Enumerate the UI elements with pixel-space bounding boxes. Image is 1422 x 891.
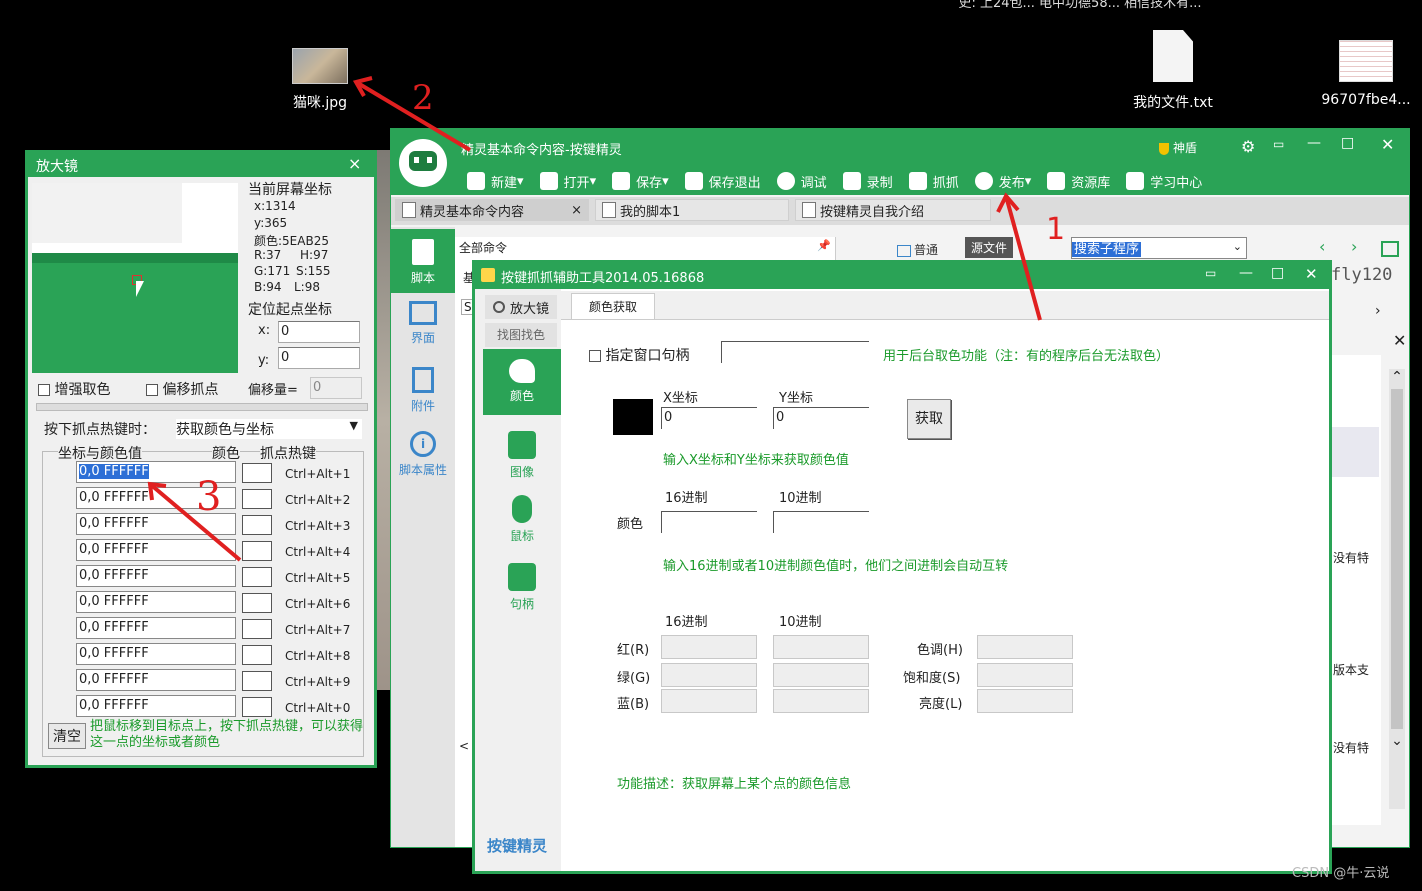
watermark: CSDN @牛·云说 [1292, 866, 1390, 881]
annotation-number-1: 1 [1046, 212, 1066, 247]
annotation-arrow-3 [148, 482, 242, 562]
annotation-number-3: 3 [196, 474, 222, 520]
annotation-arrow-1 [1004, 195, 1042, 321]
annotation-overlay [147, 76, 1042, 562]
annotation-number-2: 2 [412, 78, 434, 118]
